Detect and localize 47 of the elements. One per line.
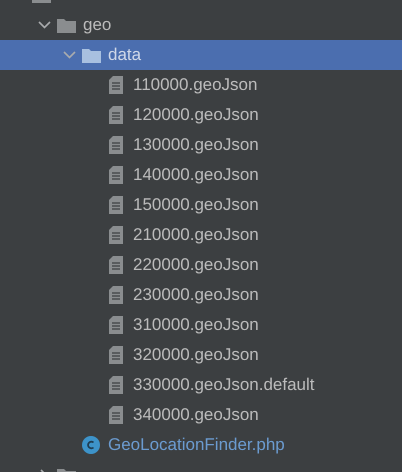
file-name: 220000.geoJson: [133, 255, 259, 275]
tree-row[interactable]: 310000.geoJson: [0, 310, 402, 340]
file-name: 120000.geoJson: [133, 105, 259, 125]
folder-icon: [82, 48, 100, 62]
file-name: 230000.geoJson: [133, 285, 259, 305]
tree-row[interactable]: 150000.geoJson: [0, 190, 402, 220]
file-name: 140000.geoJson: [133, 165, 259, 185]
file-name: 150000.geoJson: [133, 195, 259, 215]
file-name: 210000.geoJson: [133, 225, 259, 245]
document-icon: [109, 166, 123, 184]
tree-row[interactable]: data: [0, 40, 402, 70]
file-name: 330000.geoJson.default: [133, 375, 314, 395]
file-name: 130000.geoJson: [133, 135, 259, 155]
document-icon: [109, 346, 123, 364]
file-name: 340000.geoJson: [133, 405, 259, 425]
tree-row[interactable]: 340000.geoJson: [0, 400, 402, 430]
tree-row[interactable]: 330000.geoJson.default: [0, 370, 402, 400]
tree-row[interactable]: 140000.geoJson: [0, 160, 402, 190]
tree-row[interactable]: GeoLocationFinder.php: [0, 430, 402, 460]
chevron-down-icon[interactable]: [62, 51, 76, 59]
folder-icon: [56, 18, 76, 32]
document-icon: [109, 376, 123, 394]
tree-row[interactable]: 130000.geoJson: [0, 130, 402, 160]
folder-name: geo: [83, 15, 112, 35]
document-icon: [109, 106, 123, 124]
tree-row[interactable]: 230000.geoJson: [0, 280, 402, 310]
tree-row[interactable]: 110000.geoJson: [0, 70, 402, 100]
document-icon: [109, 76, 123, 94]
document-icon: [109, 256, 123, 274]
class-icon: [82, 436, 100, 454]
tree-row[interactable]: 210000.geoJson: [0, 220, 402, 250]
document-icon: [109, 316, 123, 334]
folder-name: data: [108, 45, 142, 65]
document-icon: [109, 406, 123, 424]
tree-row[interactable]: 320000.geoJson: [0, 340, 402, 370]
document-icon: [109, 286, 123, 304]
tree-row[interactable]: 220000.geoJson: [0, 250, 402, 280]
tree-row[interactable]: geo: [0, 10, 402, 40]
file-name: 110000.geoJson: [133, 75, 258, 95]
chevron-down-icon[interactable]: [38, 21, 50, 29]
tree-row[interactable]: 120000.geoJson: [0, 100, 402, 130]
file-name: GeoLocationFinder.php: [108, 435, 285, 455]
file-name: 310000.geoJson: [133, 315, 259, 335]
document-icon: [109, 136, 123, 154]
document-icon: [109, 226, 123, 244]
file-name: 320000.geoJson: [133, 345, 259, 365]
document-icon: [109, 196, 123, 214]
